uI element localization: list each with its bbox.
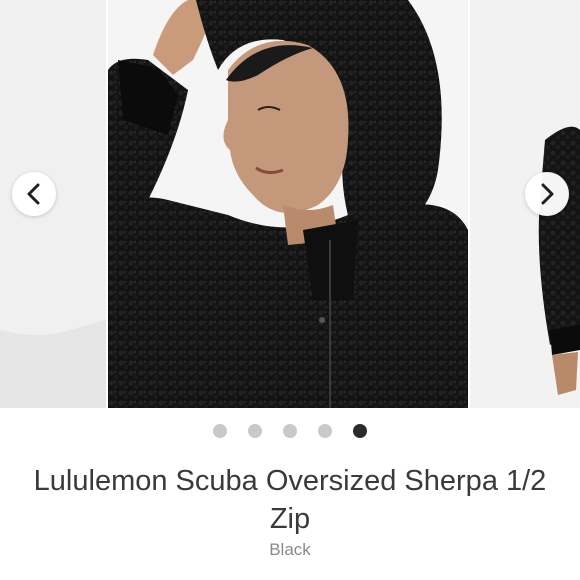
carousel-pagination	[0, 423, 580, 439]
previous-image-button[interactable]	[12, 172, 56, 216]
chevron-right-icon	[541, 183, 554, 205]
carousel-dot-3[interactable]	[283, 424, 297, 438]
product-title: Lululemon Scuba Oversized Sherpa 1/2 Zip	[33, 465, 547, 535]
product-image-carousel[interactable]	[0, 0, 580, 408]
next-image-button[interactable]	[525, 172, 569, 216]
carousel-dot-2[interactable]	[248, 424, 262, 438]
product-photo	[108, 0, 468, 408]
chevron-left-icon	[27, 183, 40, 205]
product-color: Black	[269, 540, 311, 559]
carousel-dot-1[interactable]	[213, 424, 227, 438]
carousel-dot-4[interactable]	[318, 424, 332, 438]
carousel-dot-5[interactable]	[353, 424, 367, 438]
